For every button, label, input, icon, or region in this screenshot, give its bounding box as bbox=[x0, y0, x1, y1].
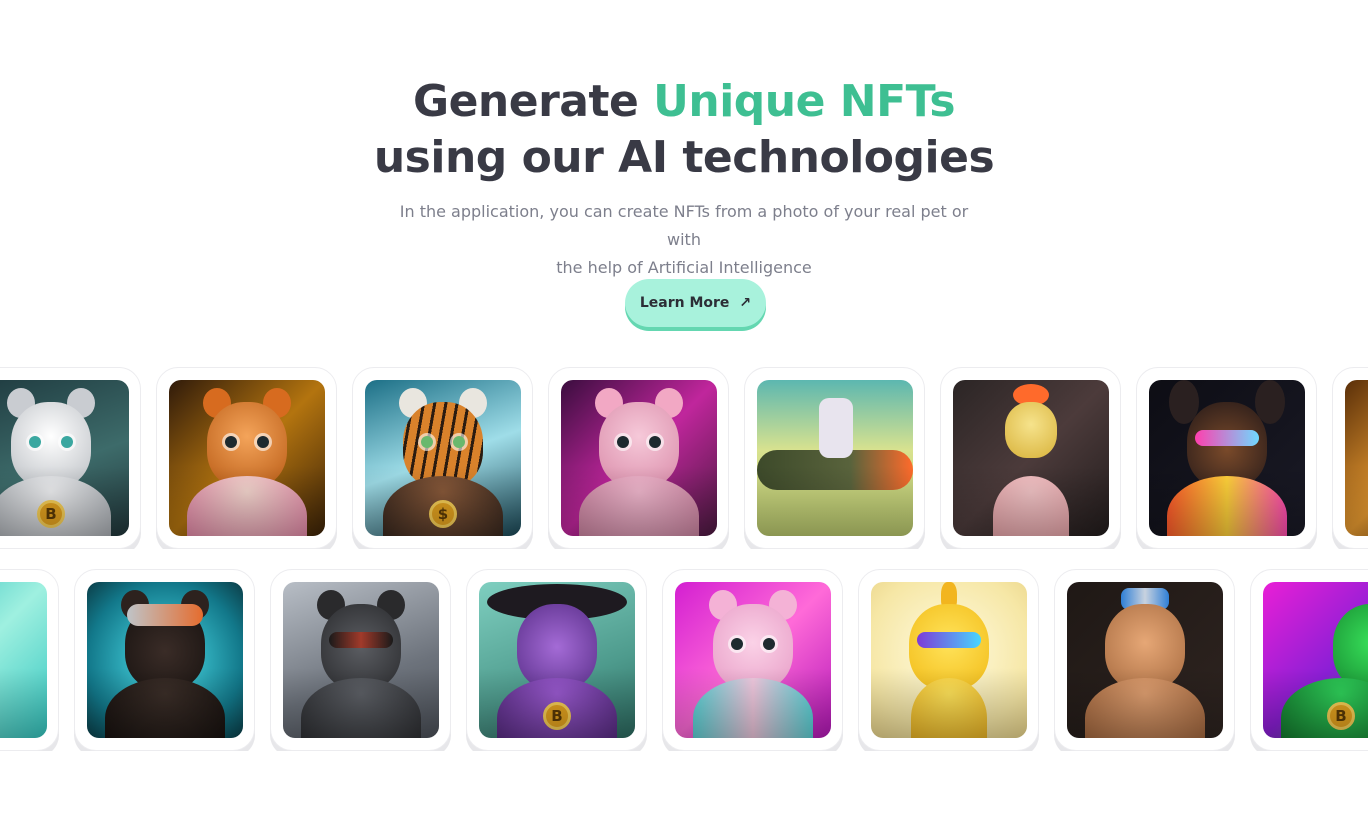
nft-card[interactable] bbox=[1332, 367, 1368, 549]
nft-image-partial bbox=[1345, 380, 1368, 536]
nft-card[interactable] bbox=[1054, 569, 1235, 751]
subtitle-line-2: the help of Artificial Intelligence bbox=[556, 258, 812, 277]
nft-image-kitten: B bbox=[0, 380, 129, 536]
nft-card[interactable] bbox=[858, 569, 1039, 751]
learn-more-button[interactable]: Learn More ↗ bbox=[625, 279, 766, 327]
nft-image-rooster bbox=[953, 380, 1109, 536]
nft-image-partial bbox=[0, 582, 47, 738]
nft-card[interactable]: B bbox=[466, 569, 647, 751]
title-line-2: using our AI technologies bbox=[373, 132, 995, 183]
nft-card[interactable]: B bbox=[0, 367, 141, 549]
nft-gallery-row-2: B B bbox=[0, 569, 1368, 751]
nft-card[interactable]: B bbox=[1250, 569, 1368, 751]
nft-card[interactable] bbox=[744, 367, 925, 549]
nft-gallery-row-1: B $ bbox=[0, 367, 1368, 549]
nft-card[interactable] bbox=[662, 569, 843, 751]
nft-image-golden-dog bbox=[1067, 582, 1223, 738]
coin-icon: $ bbox=[429, 500, 457, 528]
nft-card[interactable] bbox=[940, 367, 1121, 549]
arrow-up-right-icon: ↗ bbox=[739, 295, 752, 311]
title-text: Generate bbox=[412, 76, 654, 127]
nft-card[interactable] bbox=[74, 569, 255, 751]
nft-card[interactable] bbox=[1136, 367, 1317, 549]
nft-image-crocodile bbox=[757, 380, 913, 536]
nft-image-doberman bbox=[1149, 380, 1305, 536]
hero-section: Generate Unique NFTs using our AI techno… bbox=[0, 0, 1368, 836]
nft-image-pink-bear bbox=[675, 582, 831, 738]
nft-card[interactable] bbox=[270, 569, 451, 751]
title-highlight: Unique NFTs bbox=[653, 76, 956, 127]
neon-glasses bbox=[1195, 430, 1259, 446]
nft-image-rat bbox=[561, 380, 717, 536]
coin-icon: B bbox=[37, 500, 65, 528]
nft-image-bear bbox=[87, 582, 243, 738]
neon-glasses bbox=[917, 632, 981, 648]
nft-card[interactable] bbox=[156, 367, 337, 549]
nft-card[interactable] bbox=[0, 569, 59, 751]
nft-card[interactable] bbox=[548, 367, 729, 549]
hero-title: Generate Unique NFTs using our AI techno… bbox=[0, 74, 1368, 186]
nft-image-gorilla bbox=[283, 582, 439, 738]
nft-card[interactable]: $ bbox=[352, 367, 533, 549]
nft-image-unicorn bbox=[871, 582, 1027, 738]
nft-image-squirrel bbox=[169, 380, 325, 536]
sunglasses bbox=[329, 632, 393, 648]
nft-image-lizard: B bbox=[479, 582, 635, 738]
coin-icon: B bbox=[543, 702, 571, 730]
coin-icon: B bbox=[1327, 702, 1355, 730]
nft-image-tiger: $ bbox=[365, 380, 521, 536]
hero-subtitle: In the application, you can create NFTs … bbox=[384, 198, 984, 282]
learn-more-label: Learn More bbox=[639, 295, 730, 311]
nft-image-iguana: B bbox=[1263, 582, 1368, 738]
subtitle-line-1: In the application, you can create NFTs … bbox=[399, 202, 969, 249]
